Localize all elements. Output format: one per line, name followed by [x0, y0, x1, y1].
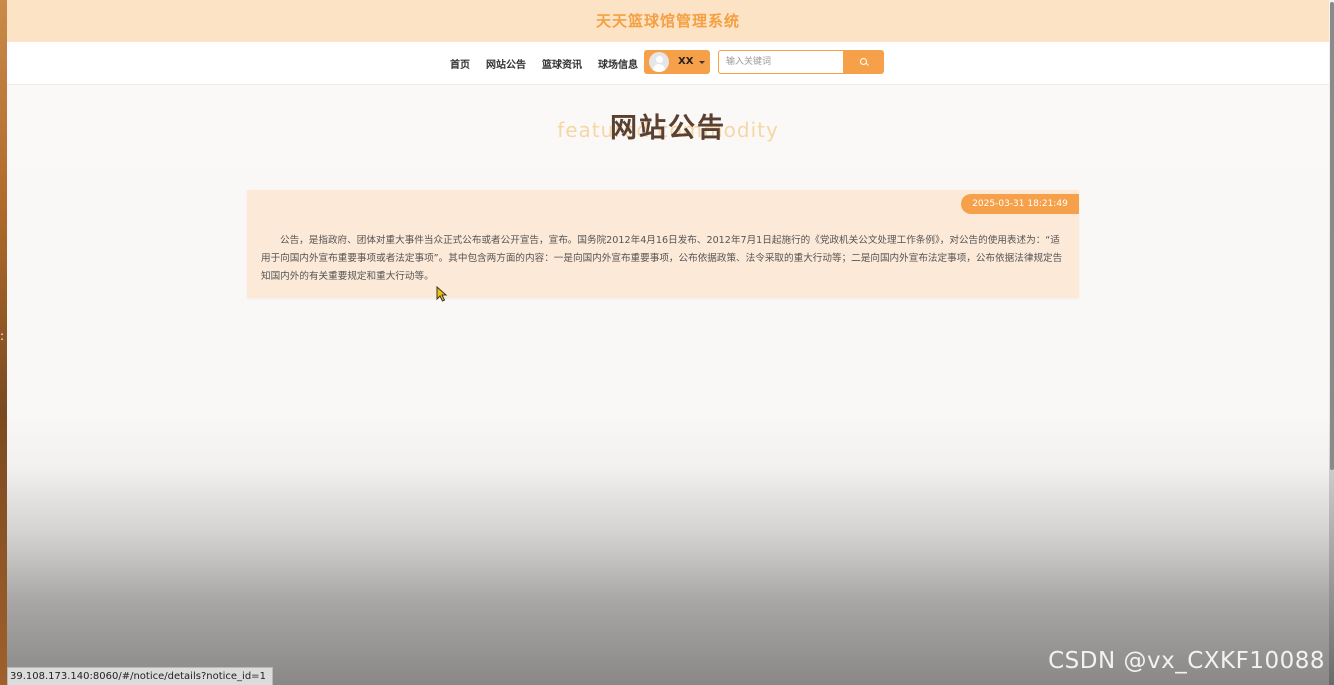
nav-bar: 首页 网站公告 篮球资讯 球场信息 XX	[7, 42, 1329, 85]
search-input[interactable]	[718, 50, 848, 74]
page-title: 网站公告	[610, 113, 726, 144]
nav-item-notice[interactable]: 网站公告	[486, 56, 526, 71]
mouse-pointer-icon	[436, 286, 448, 302]
search-button[interactable]	[843, 50, 884, 74]
site-title: 天天篮球馆管理系统	[595, 12, 740, 30]
browser-viewport: 天天篮球馆管理系统 首页 网站公告 篮球资讯 球场信息 XX featured …	[7, 0, 1329, 685]
watermark: CSDN @vx_CXKF10088	[1048, 648, 1325, 674]
site-header: 天天篮球馆管理系统	[7, 0, 1329, 42]
nav-item-courts[interactable]: 球场信息	[598, 56, 638, 71]
scrollbar-track[interactable]	[1329, 0, 1334, 685]
status-bar-url: 39.108.173.140:8060/#/notice/details?not…	[7, 667, 273, 685]
avatar-icon	[649, 52, 669, 72]
notice-card: 2025-03-31 18:21:49 公告，是指政府、团体对重大事件当众正式公…	[247, 190, 1079, 298]
desktop-edge-mark: :	[0, 329, 5, 343]
search-icon	[860, 58, 867, 65]
user-name: XX	[678, 56, 694, 67]
nav-item-home[interactable]: 首页	[450, 56, 470, 71]
scrollbar-thumb[interactable]	[1330, 2, 1334, 470]
notice-content: 公告，是指政府、团体对重大事件当众正式公布或者公开宣告，宣布。国务院2012年4…	[261, 235, 1063, 282]
nav-item-news[interactable]: 篮球资讯	[542, 56, 582, 71]
notice-date-badge: 2025-03-31 18:21:49	[961, 194, 1079, 214]
caret-down-icon	[699, 61, 705, 64]
user-menu-button[interactable]: XX	[644, 50, 710, 74]
page-heading-block: featured commodity 网站公告	[7, 104, 1329, 154]
